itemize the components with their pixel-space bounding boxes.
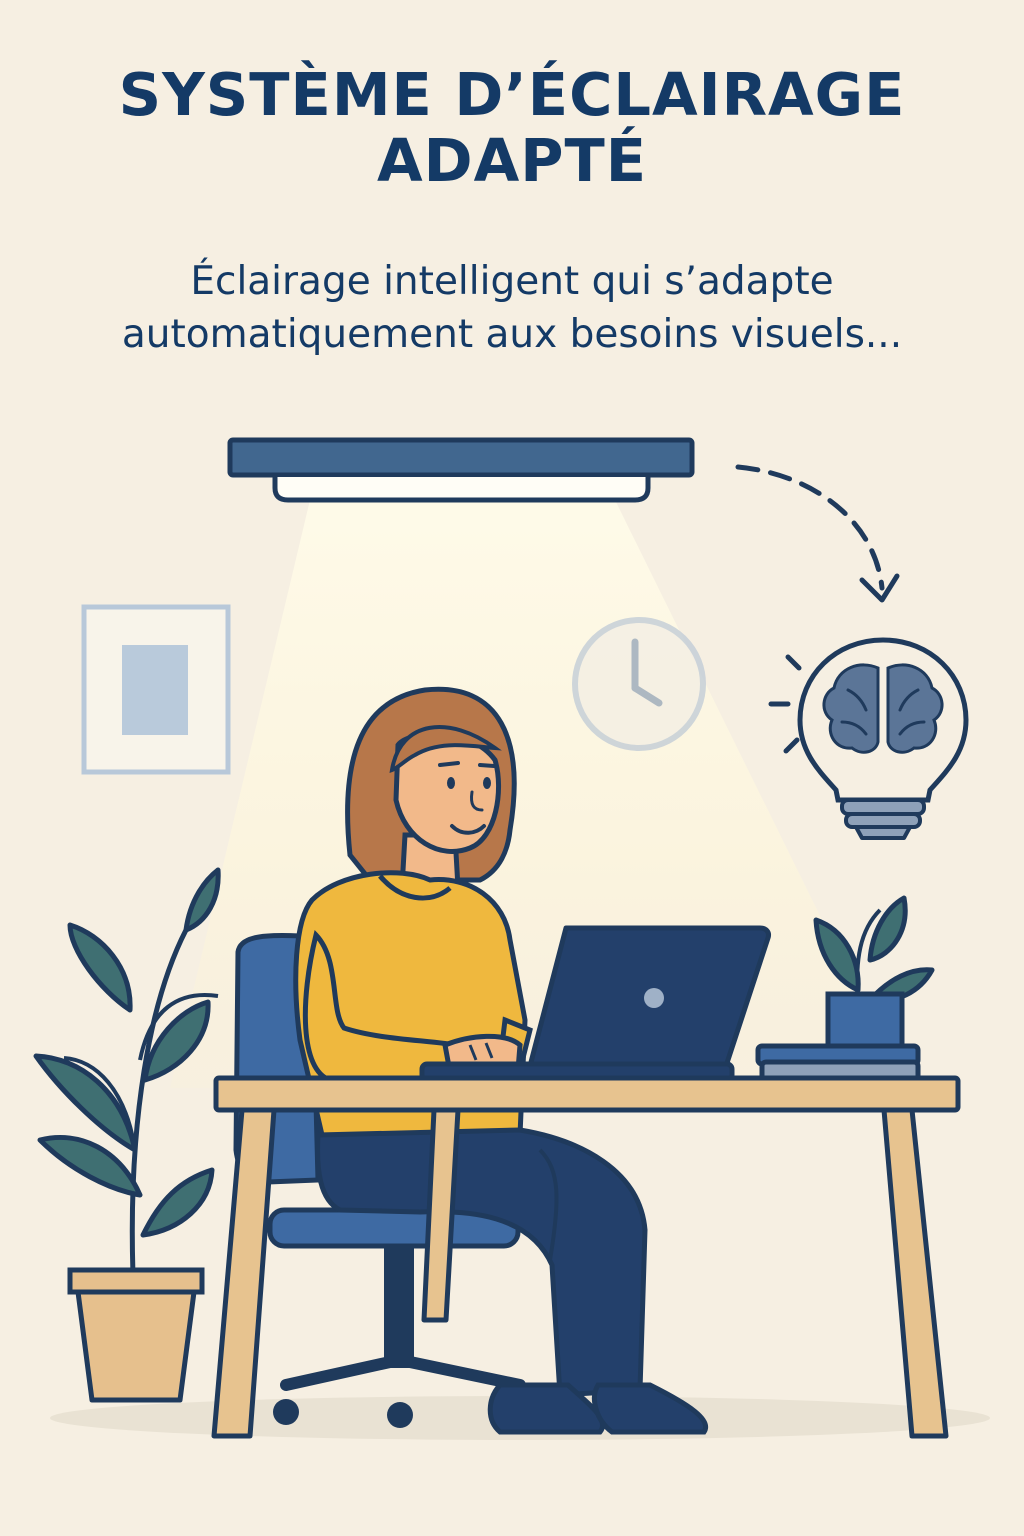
desk-plant xyxy=(813,895,935,1051)
ceiling-light-icon xyxy=(227,437,695,503)
books xyxy=(755,1043,921,1083)
poster: SYSTÈME D’ÉCLAIRAGE ADAPTÉ Éclairage int… xyxy=(0,0,1024,1536)
dashed-arrow-icon xyxy=(735,464,900,603)
office-illustration xyxy=(33,437,990,1440)
floor-plant xyxy=(33,867,221,1403)
clock-icon xyxy=(572,617,706,751)
brain-lightbulb-icon xyxy=(768,637,969,840)
wall-frame xyxy=(81,604,231,775)
